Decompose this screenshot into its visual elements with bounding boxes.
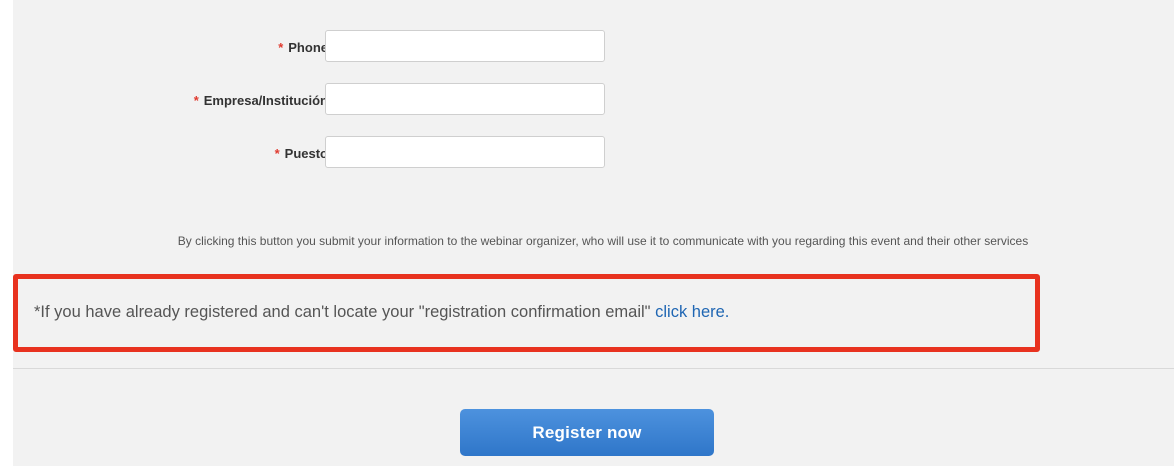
puesto-input[interactable]	[325, 136, 605, 168]
required-marker: *	[193, 93, 199, 108]
phone-label-text: Phone	[288, 40, 328, 55]
click-here-link[interactable]: click here.	[655, 303, 729, 321]
empresa-label-text: Empresa/Institución	[203, 93, 328, 108]
already-registered-highlight: *If you have already registered and can'…	[13, 274, 1040, 352]
phone-field-row: * Phone	[13, 30, 713, 68]
registration-panel: * Phone * Empresa/Institución * Puesto By c…	[13, 0, 1174, 466]
required-marker: *	[278, 40, 284, 55]
empresa-field-row: * Empresa/Institución	[13, 83, 713, 121]
empresa-input[interactable]	[325, 83, 605, 115]
phone-input[interactable]	[325, 30, 605, 62]
section-divider	[13, 368, 1174, 369]
puesto-label-text: Puesto	[284, 146, 328, 161]
empresa-label: * Empresa/Institución	[194, 93, 328, 108]
puesto-label: * Puesto	[275, 146, 328, 161]
consent-text: By clicking this button you submit your …	[177, 234, 1029, 248]
already-registered-text: *If you have already registered and can'…	[34, 303, 656, 321]
register-now-button[interactable]: Register now	[460, 409, 714, 456]
puesto-field-row: * Puesto	[13, 136, 713, 174]
already-registered-message: *If you have already registered and can'…	[34, 303, 729, 322]
required-marker: *	[274, 146, 280, 161]
phone-label: * Phone	[278, 40, 328, 55]
